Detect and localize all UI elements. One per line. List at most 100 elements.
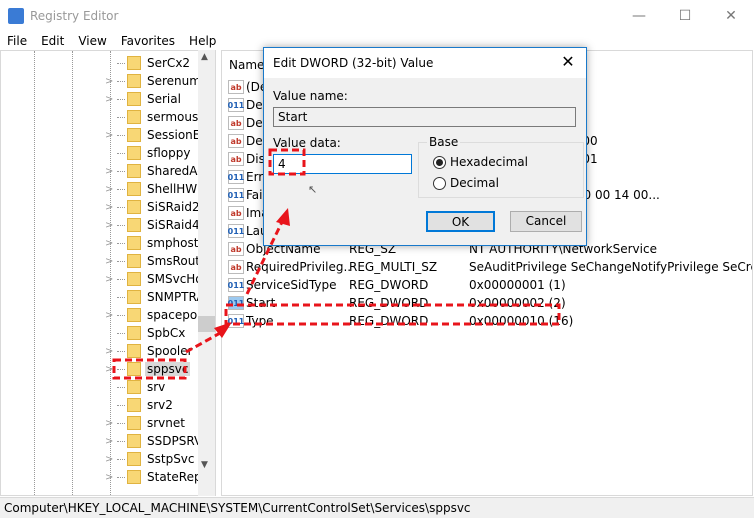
scroll-up-icon[interactable]: ▲ <box>201 52 208 62</box>
chevron-right-icon[interactable]: > <box>105 238 117 249</box>
value-row[interactable]: 011 ServiceSidType REG_DWORD 0x00000001 (1) <box>222 276 752 294</box>
tree-item-serenum[interactable]: > Serenum <box>105 72 203 90</box>
tree-connector <box>117 368 125 370</box>
chevron-right-icon[interactable]: > <box>105 76 117 87</box>
menu-file[interactable]: File <box>0 32 34 50</box>
string-value-icon: ab <box>228 260 244 274</box>
value-type: REG_MULTI_SZ <box>349 260 438 274</box>
hexadecimal-radio[interactable]: Hexadecimal <box>433 155 528 169</box>
tree-connector <box>117 116 125 118</box>
tree-item-label: sppsvc <box>145 362 191 376</box>
tree-item-sisraid2[interactable]: > SiSRaid2 <box>105 198 202 216</box>
tree-item-sstpsvc[interactable]: > SstpSvc <box>105 450 197 468</box>
tree-item-spbcx[interactable]: SpbCx <box>105 324 187 342</box>
value-name: ServiceSidType <box>246 278 337 292</box>
value-row[interactable]: 011 Start REG_DWORD 0x00000002 (2) <box>222 294 752 312</box>
tree-item-sfloppy[interactable]: sfloppy <box>105 144 193 162</box>
tree-item-serial[interactable]: > Serial <box>105 90 183 108</box>
menu-help[interactable]: Help <box>182 32 223 50</box>
tree-item-label: SstpSvc <box>147 452 195 466</box>
chevron-right-icon[interactable]: > <box>105 256 117 267</box>
folder-icon <box>127 470 141 484</box>
tree-item-srvnet[interactable]: > srvnet <box>105 414 187 432</box>
ok-button[interactable]: OK <box>426 211 495 232</box>
tree-item-ssdpsrv[interactable]: > SSDPSRV <box>105 432 204 450</box>
tree-connector <box>117 206 125 208</box>
value-type: REG_DWORD <box>349 314 429 328</box>
folder-icon <box>127 290 141 304</box>
value-row[interactable]: 011 Type REG_DWORD 0x00000010 (16) <box>222 312 752 330</box>
tree-item-smphost[interactable]: > smphost <box>105 234 200 252</box>
folder-icon <box>127 92 141 106</box>
chevron-right-icon[interactable]: > <box>105 310 117 321</box>
chevron-right-icon[interactable]: > <box>105 436 117 447</box>
binary-value-icon: 011 <box>228 296 244 310</box>
tree-item-sercx2[interactable]: SerCx2 <box>105 54 192 72</box>
scroll-down-icon[interactable]: ▼ <box>201 460 208 470</box>
chevron-right-icon[interactable]: > <box>105 94 117 105</box>
tree-item-srv[interactable]: srv <box>105 378 167 396</box>
chevron-right-icon[interactable]: > <box>105 202 117 213</box>
column-header-name[interactable]: Name <box>229 58 264 72</box>
tree-item-sppsvc[interactable]: > sppsvc <box>105 360 191 378</box>
dialog-close-button[interactable]: ✕ <box>556 52 580 74</box>
tree-connector <box>117 134 125 136</box>
key-tree[interactable]: SerCx2 > Serenum > Serial sermouse > SessionEnv… <box>0 50 216 496</box>
tree-item-spaceport[interactable]: > spaceport <box>105 306 209 324</box>
tree-connector <box>117 260 125 262</box>
value-data: SeAuditPrivilege SeChangeNotifyPrivilege… <box>469 260 753 274</box>
tree-connector <box>117 386 125 388</box>
cancel-button[interactable]: Cancel <box>510 211 582 232</box>
binary-value-icon: 011 <box>228 98 244 112</box>
chevron-right-icon[interactable]: > <box>105 166 117 177</box>
tree-item-sermouse[interactable]: sermouse <box>105 108 208 126</box>
menu-edit[interactable]: Edit <box>34 32 71 50</box>
scroll-thumb[interactable] <box>198 316 215 332</box>
menu-favorites[interactable]: Favorites <box>114 32 182 50</box>
tree-connector <box>117 458 125 460</box>
chevron-right-icon[interactable]: > <box>105 454 117 465</box>
value-row[interactable]: ab RequiredPrivileg... REG_MULTI_SZ SeAudit… <box>222 258 752 276</box>
tree-item-label: Serenum <box>147 74 201 88</box>
tree-item-srv2[interactable]: srv2 <box>105 396 175 414</box>
tree-item-label: sfloppy <box>147 146 191 160</box>
minimize-button[interactable]: — <box>616 0 662 32</box>
tree-item-label: srv <box>147 380 166 394</box>
tree-item-sharedacc[interactable]: > SharedAcc <box>105 162 212 180</box>
tree-connector <box>117 242 125 244</box>
decimal-radio[interactable]: Decimal <box>433 176 499 190</box>
tree-scrollbar[interactable]: ▲ ▼ <box>198 50 215 496</box>
folder-icon <box>127 452 141 466</box>
tree-connector <box>117 170 125 172</box>
tree-item-sisraid4[interactable]: > SiSRaid4 <box>105 216 202 234</box>
chevron-right-icon[interactable]: > <box>105 184 117 195</box>
value-data-label: Value data: <box>273 136 341 150</box>
tree-item-label: Serial <box>147 92 181 106</box>
tree-connector <box>117 350 125 352</box>
chevron-right-icon[interactable]: > <box>105 472 117 483</box>
tree-connector <box>117 476 125 478</box>
binary-value-icon: 011 <box>228 314 244 328</box>
string-value-icon: ab <box>228 134 244 148</box>
close-button[interactable]: ✕ <box>708 0 754 32</box>
tree-item-spooler[interactable]: > Spooler <box>105 342 195 360</box>
tree-connector <box>117 296 125 298</box>
folder-icon <box>127 272 141 286</box>
chevron-right-icon[interactable]: > <box>105 220 117 231</box>
value-data-input[interactable]: 4 <box>273 154 412 174</box>
chevron-right-icon[interactable]: > <box>105 346 117 357</box>
chevron-right-icon[interactable]: > <box>105 130 117 141</box>
tree-connector <box>117 98 125 100</box>
maximize-button[interactable]: ☐ <box>662 0 708 32</box>
binary-value-icon: 011 <box>228 224 244 238</box>
chevron-right-icon[interactable]: > <box>105 364 117 375</box>
chevron-right-icon[interactable]: > <box>105 418 117 429</box>
menu-view[interactable]: View <box>71 32 113 50</box>
chevron-right-icon[interactable]: > <box>105 274 117 285</box>
value-name: RequiredPrivileg... <box>246 260 350 274</box>
tree-connector <box>117 188 125 190</box>
folder-icon <box>127 326 141 340</box>
binary-value-icon: 011 <box>228 170 244 184</box>
string-value-icon: ab <box>228 116 244 130</box>
status-bar-path: Computer\HKEY_LOCAL_MACHINE\SYSTEM\Curre… <box>0 497 754 518</box>
